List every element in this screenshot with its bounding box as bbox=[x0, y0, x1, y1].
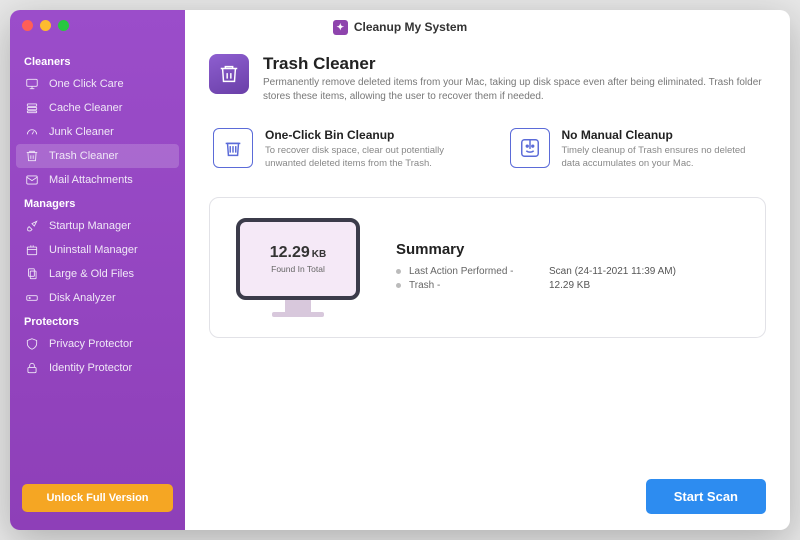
sidebar-item-label: Trash Cleaner bbox=[49, 150, 118, 162]
rocket-icon bbox=[24, 219, 40, 233]
minimize-icon[interactable] bbox=[40, 20, 51, 31]
feature-desc: To recover disk space, clear out potenti… bbox=[265, 144, 470, 171]
sidebar-item-label: Disk Analyzer bbox=[49, 292, 116, 304]
unlock-full-version-button[interactable]: Unlock Full Version bbox=[22, 484, 173, 512]
page-description: Permanently remove deleted items from yo… bbox=[263, 76, 763, 104]
sidebar-item-disk-analyzer[interactable]: Disk Analyzer bbox=[10, 286, 185, 310]
sidebar-item-label: Privacy Protector bbox=[49, 338, 133, 350]
sidebar-item-label: Large & Old Files bbox=[49, 268, 134, 280]
summary-title: Summary bbox=[396, 241, 676, 258]
disk-icon bbox=[24, 291, 40, 305]
window-controls bbox=[22, 20, 69, 31]
monitor-graphic: 12.29KB Found In Total bbox=[236, 218, 360, 317]
section-title-protectors: Protectors bbox=[10, 310, 185, 332]
main-content: Trash Cleaner Permanently remove deleted… bbox=[185, 10, 790, 530]
bin-icon bbox=[213, 128, 253, 168]
features-row: One-Click Bin Cleanup To recover disk sp… bbox=[209, 128, 766, 171]
sidebar-item-label: Startup Manager bbox=[49, 220, 131, 232]
mail-icon bbox=[24, 173, 40, 187]
summary-card: 12.29KB Found In Total Summary Last Acti… bbox=[209, 197, 766, 338]
summary-key: Trash - bbox=[409, 280, 549, 291]
found-size-value: 12.29 bbox=[270, 244, 310, 261]
layers-icon bbox=[24, 101, 40, 115]
found-label: Found In Total bbox=[271, 264, 325, 274]
summary-row: Trash - 12.29 KB bbox=[396, 280, 676, 291]
sidebar-item-uninstall-manager[interactable]: Uninstall Manager bbox=[10, 238, 185, 262]
sidebar-item-junk-cleaner[interactable]: Junk Cleaner bbox=[10, 120, 185, 144]
sidebar-item-label: Junk Cleaner bbox=[49, 126, 114, 138]
feature-no-manual-cleanup: No Manual Cleanup Timely cleanup of Tras… bbox=[510, 128, 767, 171]
summary-val: Scan (24-11-2021 11:39 AM) bbox=[549, 266, 676, 277]
summary-val: 12.29 KB bbox=[549, 280, 590, 291]
files-icon bbox=[24, 267, 40, 281]
section-title-cleaners: Cleaners bbox=[10, 50, 185, 72]
section-title-managers: Managers bbox=[10, 192, 185, 214]
sidebar-item-label: One Click Care bbox=[49, 78, 124, 90]
gauge-icon bbox=[24, 125, 40, 139]
feature-desc: Timely cleanup of Trash ensures no delet… bbox=[562, 144, 767, 171]
sidebar-item-one-click-care[interactable]: One Click Care bbox=[10, 72, 185, 96]
start-scan-button[interactable]: Start Scan bbox=[646, 479, 766, 514]
sidebar-item-label: Uninstall Manager bbox=[49, 244, 138, 256]
summary-key: Last Action Performed - bbox=[409, 266, 549, 277]
app-window: ✦ Cleanup My System Cleaners One Click C… bbox=[10, 10, 790, 530]
box-icon bbox=[24, 243, 40, 257]
sidebar-item-privacy-protector[interactable]: Privacy Protector bbox=[10, 332, 185, 356]
lock-icon bbox=[24, 361, 40, 375]
trash-cleaner-icon bbox=[209, 54, 249, 94]
shield-icon bbox=[24, 337, 40, 351]
page-header: Trash Cleaner Permanently remove deleted… bbox=[209, 54, 766, 104]
sidebar-item-cache-cleaner[interactable]: Cache Cleaner bbox=[10, 96, 185, 120]
found-size-unit: KB bbox=[312, 249, 326, 260]
trash-icon bbox=[24, 149, 40, 163]
maximize-icon[interactable] bbox=[58, 20, 69, 31]
sidebar-item-label: Cache Cleaner bbox=[49, 102, 122, 114]
sidebar-item-mail-attachments[interactable]: Mail Attachments bbox=[10, 168, 185, 192]
feature-title: No Manual Cleanup bbox=[562, 128, 767, 142]
sidebar-item-identity-protector[interactable]: Identity Protector bbox=[10, 356, 185, 380]
monitor-icon bbox=[24, 77, 40, 91]
finder-icon bbox=[510, 128, 550, 168]
summary-row: Last Action Performed - Scan (24-11-2021… bbox=[396, 266, 676, 277]
footer: Start Scan bbox=[209, 465, 766, 514]
feature-one-click-bin: One-Click Bin Cleanup To recover disk sp… bbox=[213, 128, 470, 171]
sidebar-item-large-old-files[interactable]: Large & Old Files bbox=[10, 262, 185, 286]
sidebar-item-label: Identity Protector bbox=[49, 362, 132, 374]
sidebar-item-trash-cleaner[interactable]: Trash Cleaner bbox=[16, 144, 179, 168]
feature-title: One-Click Bin Cleanup bbox=[265, 128, 470, 142]
page-title: Trash Cleaner bbox=[263, 54, 763, 74]
sidebar: Cleaners One Click Care Cache Cleaner Ju… bbox=[10, 10, 185, 530]
close-icon[interactable] bbox=[22, 20, 33, 31]
sidebar-item-label: Mail Attachments bbox=[49, 174, 133, 186]
sidebar-item-startup-manager[interactable]: Startup Manager bbox=[10, 214, 185, 238]
